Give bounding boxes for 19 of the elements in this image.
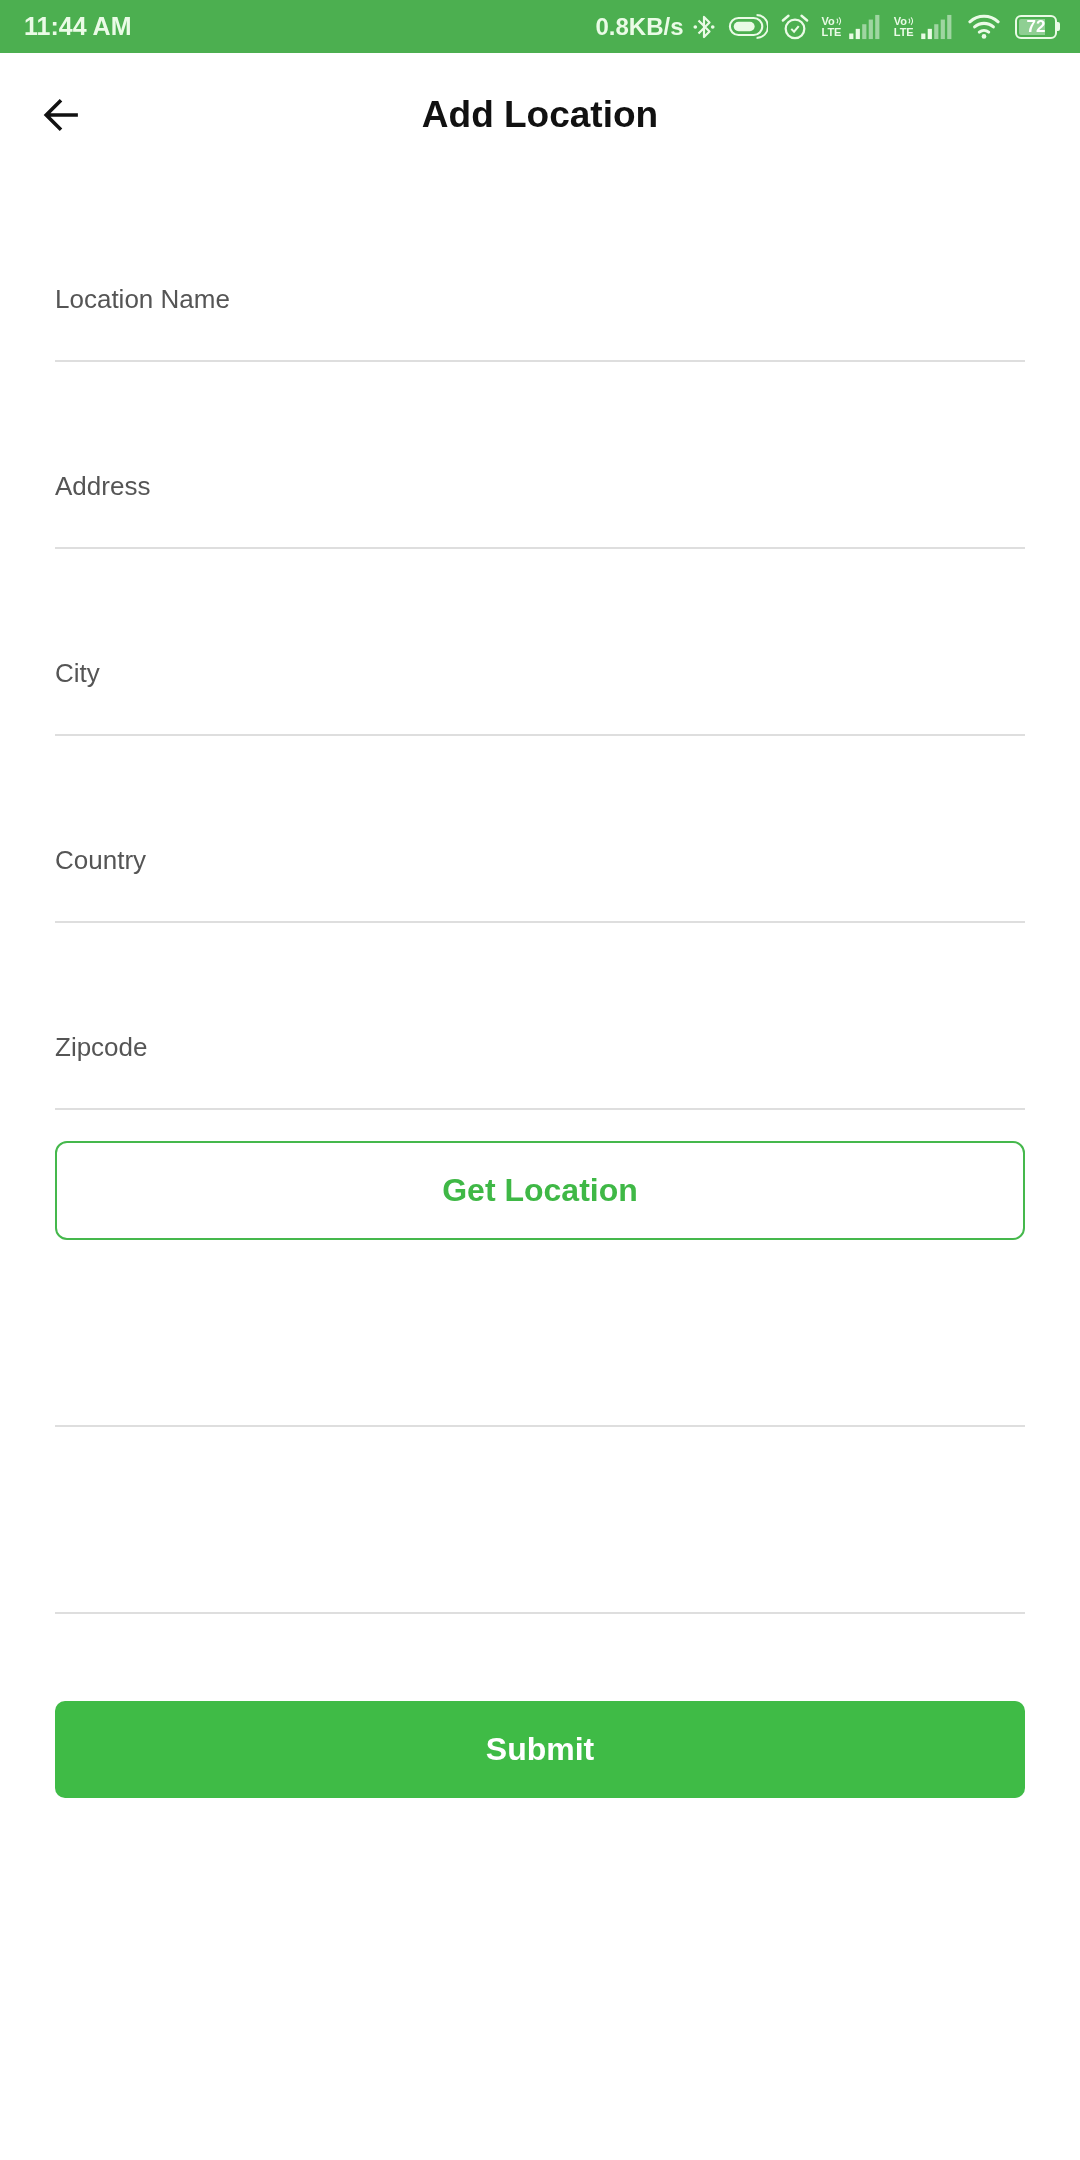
wifi-icon — [968, 14, 1000, 39]
wave-icon — [835, 16, 842, 26]
network-type-label: LTE — [821, 26, 842, 38]
signal-icon — [848, 13, 881, 40]
status-time: 11:44 AM — [24, 12, 132, 41]
get-location-button[interactable]: Get Location — [55, 1141, 1025, 1240]
back-arrow-icon — [42, 97, 80, 133]
signal-icon — [921, 13, 953, 40]
network-speed: 0.8KB/s — [595, 12, 684, 41]
back-button[interactable] — [42, 97, 80, 133]
page-title: Add Location — [421, 94, 659, 136]
wave-icon — [908, 16, 914, 26]
volte-label: Vo — [893, 15, 907, 27]
submit-button[interactable]: Submit — [55, 1701, 1025, 1798]
battery-indicator: 72 — [1015, 14, 1060, 39]
network-type-label: LTE — [893, 26, 914, 38]
volte-label: Vo — [821, 15, 835, 27]
capsule-icon — [727, 13, 768, 40]
alarm-clock-icon — [780, 12, 809, 41]
